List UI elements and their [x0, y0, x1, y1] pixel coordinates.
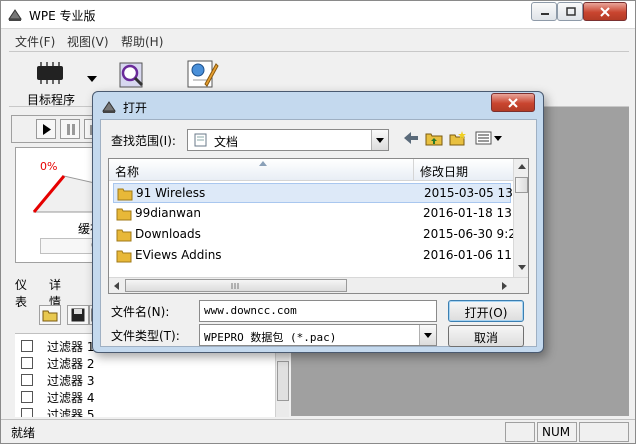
pencil-paper-icon — [187, 60, 219, 88]
status-text: 就绪 — [11, 426, 36, 440]
num-lock-indicator: NUM — [537, 422, 577, 442]
file-date: 2015-03-05 13:5 — [424, 186, 516, 200]
file-name: EViews Addins — [135, 248, 222, 262]
target-program-button[interactable]: 目标程序 — [9, 54, 105, 107]
pause-button[interactable] — [60, 119, 80, 139]
restore-icon — [566, 7, 576, 16]
filter-checkbox[interactable] — [21, 408, 33, 417]
minimize-icon — [541, 13, 549, 15]
maximize-button[interactable] — [557, 2, 583, 21]
menu-help[interactable]: 帮助(H) — [121, 33, 163, 50]
close-icon — [600, 7, 610, 17]
filetype-dropdown[interactable]: WPEPRO 数据包 (*.pac) — [199, 324, 437, 346]
filename-label: 文件名(N): — [111, 305, 170, 319]
column-name-label: 名称 — [115, 165, 140, 179]
scroll-right-icon[interactable] — [502, 282, 507, 290]
chip-icon — [37, 62, 63, 84]
open-folder-icon — [42, 310, 58, 322]
look-in-label: 查找范围(I): — [111, 134, 176, 148]
file-date: 2015-06-30 9:25 — [423, 227, 515, 241]
column-date-label: 修改日期 — [420, 165, 469, 179]
new-folder-icon[interactable] — [449, 131, 467, 146]
scroll-left-icon[interactable] — [114, 282, 119, 290]
play-button[interactable] — [36, 119, 56, 139]
look-in-dropdown[interactable]: 文档 — [187, 129, 389, 151]
open-filter-button[interactable] — [39, 305, 61, 325]
folder-icon — [116, 250, 132, 263]
filter-checkbox[interactable] — [21, 357, 33, 369]
file-list-vscroll[interactable] — [513, 159, 528, 277]
file-name: 91 Wireless — [136, 186, 206, 200]
file-row[interactable]: 91 Wireless 2015-03-05 13:5 — [113, 183, 516, 203]
file-row[interactable]: EViews Addins 2016-01-06 11:0 — [113, 246, 515, 266]
filter-label: 过滤器 4 — [47, 391, 95, 405]
magnifier-icon — [119, 62, 144, 88]
filter-label: 过滤器 5 — [47, 408, 95, 417]
play-icon — [43, 124, 51, 135]
view-menu-icon[interactable] — [475, 131, 503, 145]
menu-view[interactable]: 视图(V) — [67, 33, 109, 50]
wpe-app-icon — [102, 101, 116, 113]
sort-up-icon — [259, 161, 267, 166]
file-name: Downloads — [135, 227, 201, 241]
scroll-up-icon[interactable] — [518, 164, 526, 169]
file-list: 名称 修改日期 91 Wireless 2015-03-05 13:5 99di… — [108, 158, 529, 294]
close-icon — [508, 98, 518, 108]
filename-input[interactable]: www.downcc.com — [199, 300, 437, 322]
chevron-down-icon — [376, 138, 384, 143]
chevron-down-icon[interactable] — [87, 76, 97, 82]
menu-bar: 文件(F) 视图(V) 帮助(H) — [1, 29, 635, 51]
chevron-down-icon — [424, 333, 432, 338]
filetype-value: WPEPRO 数据包 (*.pac) — [204, 331, 337, 344]
folder-icon — [116, 208, 132, 221]
filetype-dropdown-arrow[interactable] — [419, 325, 436, 345]
save-icon — [71, 308, 85, 322]
save-filter-button[interactable] — [67, 305, 89, 325]
folder-icon — [116, 229, 132, 242]
filter-checkbox[interactable] — [21, 391, 33, 403]
scroll-thumb[interactable] — [515, 177, 528, 193]
title-bar[interactable]: WPE 专业版 — [1, 1, 635, 29]
file-row[interactable]: Downloads 2015-06-30 9:25 — [113, 225, 515, 245]
documents-icon — [194, 133, 207, 147]
target-program-label: 目标程序 — [27, 93, 76, 107]
wpe-app-icon — [8, 9, 22, 21]
menu-file[interactable]: 文件(F) — [15, 33, 55, 50]
file-date: 2016-01-06 11:0 — [423, 248, 515, 262]
window-title: WPE 专业版 — [29, 9, 96, 23]
status-bar: 就绪 NUM — [1, 419, 635, 443]
look-in-dropdown-arrow[interactable] — [371, 130, 388, 150]
filter-label: 过滤器 3 — [47, 374, 95, 388]
status-cell-empty — [579, 422, 629, 442]
scroll-thumb[interactable] — [277, 361, 289, 401]
open-button[interactable]: 打开(O) — [448, 300, 524, 322]
grip-icon — [231, 283, 239, 289]
scroll-thumb[interactable] — [125, 279, 347, 292]
column-header-name[interactable]: 名称 — [109, 159, 413, 181]
file-name: 99dianwan — [135, 206, 201, 220]
filetype-label: 文件类型(T): — [111, 329, 180, 343]
status-cell-empty — [505, 422, 535, 442]
pause-icon — [67, 124, 75, 135]
look-in-value: 文档 — [214, 135, 239, 149]
dialog-body: 查找范围(I): 文档 名称 修改日期 91 Wireless 2015-03-… — [100, 119, 537, 347]
up-folder-icon[interactable] — [425, 131, 443, 146]
folder-icon — [117, 188, 133, 201]
dialog-close-button[interactable] — [491, 93, 535, 112]
back-icon[interactable] — [403, 131, 419, 145]
file-row[interactable]: 99dianwan 2016-01-18 13:5 — [113, 204, 515, 224]
minimize-button[interactable] — [531, 2, 557, 21]
dialog-title: 打开 — [123, 101, 148, 115]
file-date: 2016-01-18 13:5 — [423, 206, 515, 220]
close-button[interactable] — [583, 2, 627, 21]
filter-checkbox[interactable] — [21, 374, 33, 386]
cancel-button[interactable]: 取消 — [448, 325, 524, 347]
scroll-down-icon[interactable] — [518, 265, 526, 270]
filter-checkbox[interactable] — [21, 340, 33, 352]
open-dialog: 打开 查找范围(I): 文档 名称 修改日期 91 Wireless 2015-… — [92, 91, 544, 353]
file-list-hscroll[interactable] — [109, 277, 528, 293]
filter-label: 过滤器 1 — [47, 340, 95, 354]
filter-label: 过滤器 2 — [47, 357, 95, 371]
column-header-date[interactable]: 修改日期 — [413, 159, 513, 181]
